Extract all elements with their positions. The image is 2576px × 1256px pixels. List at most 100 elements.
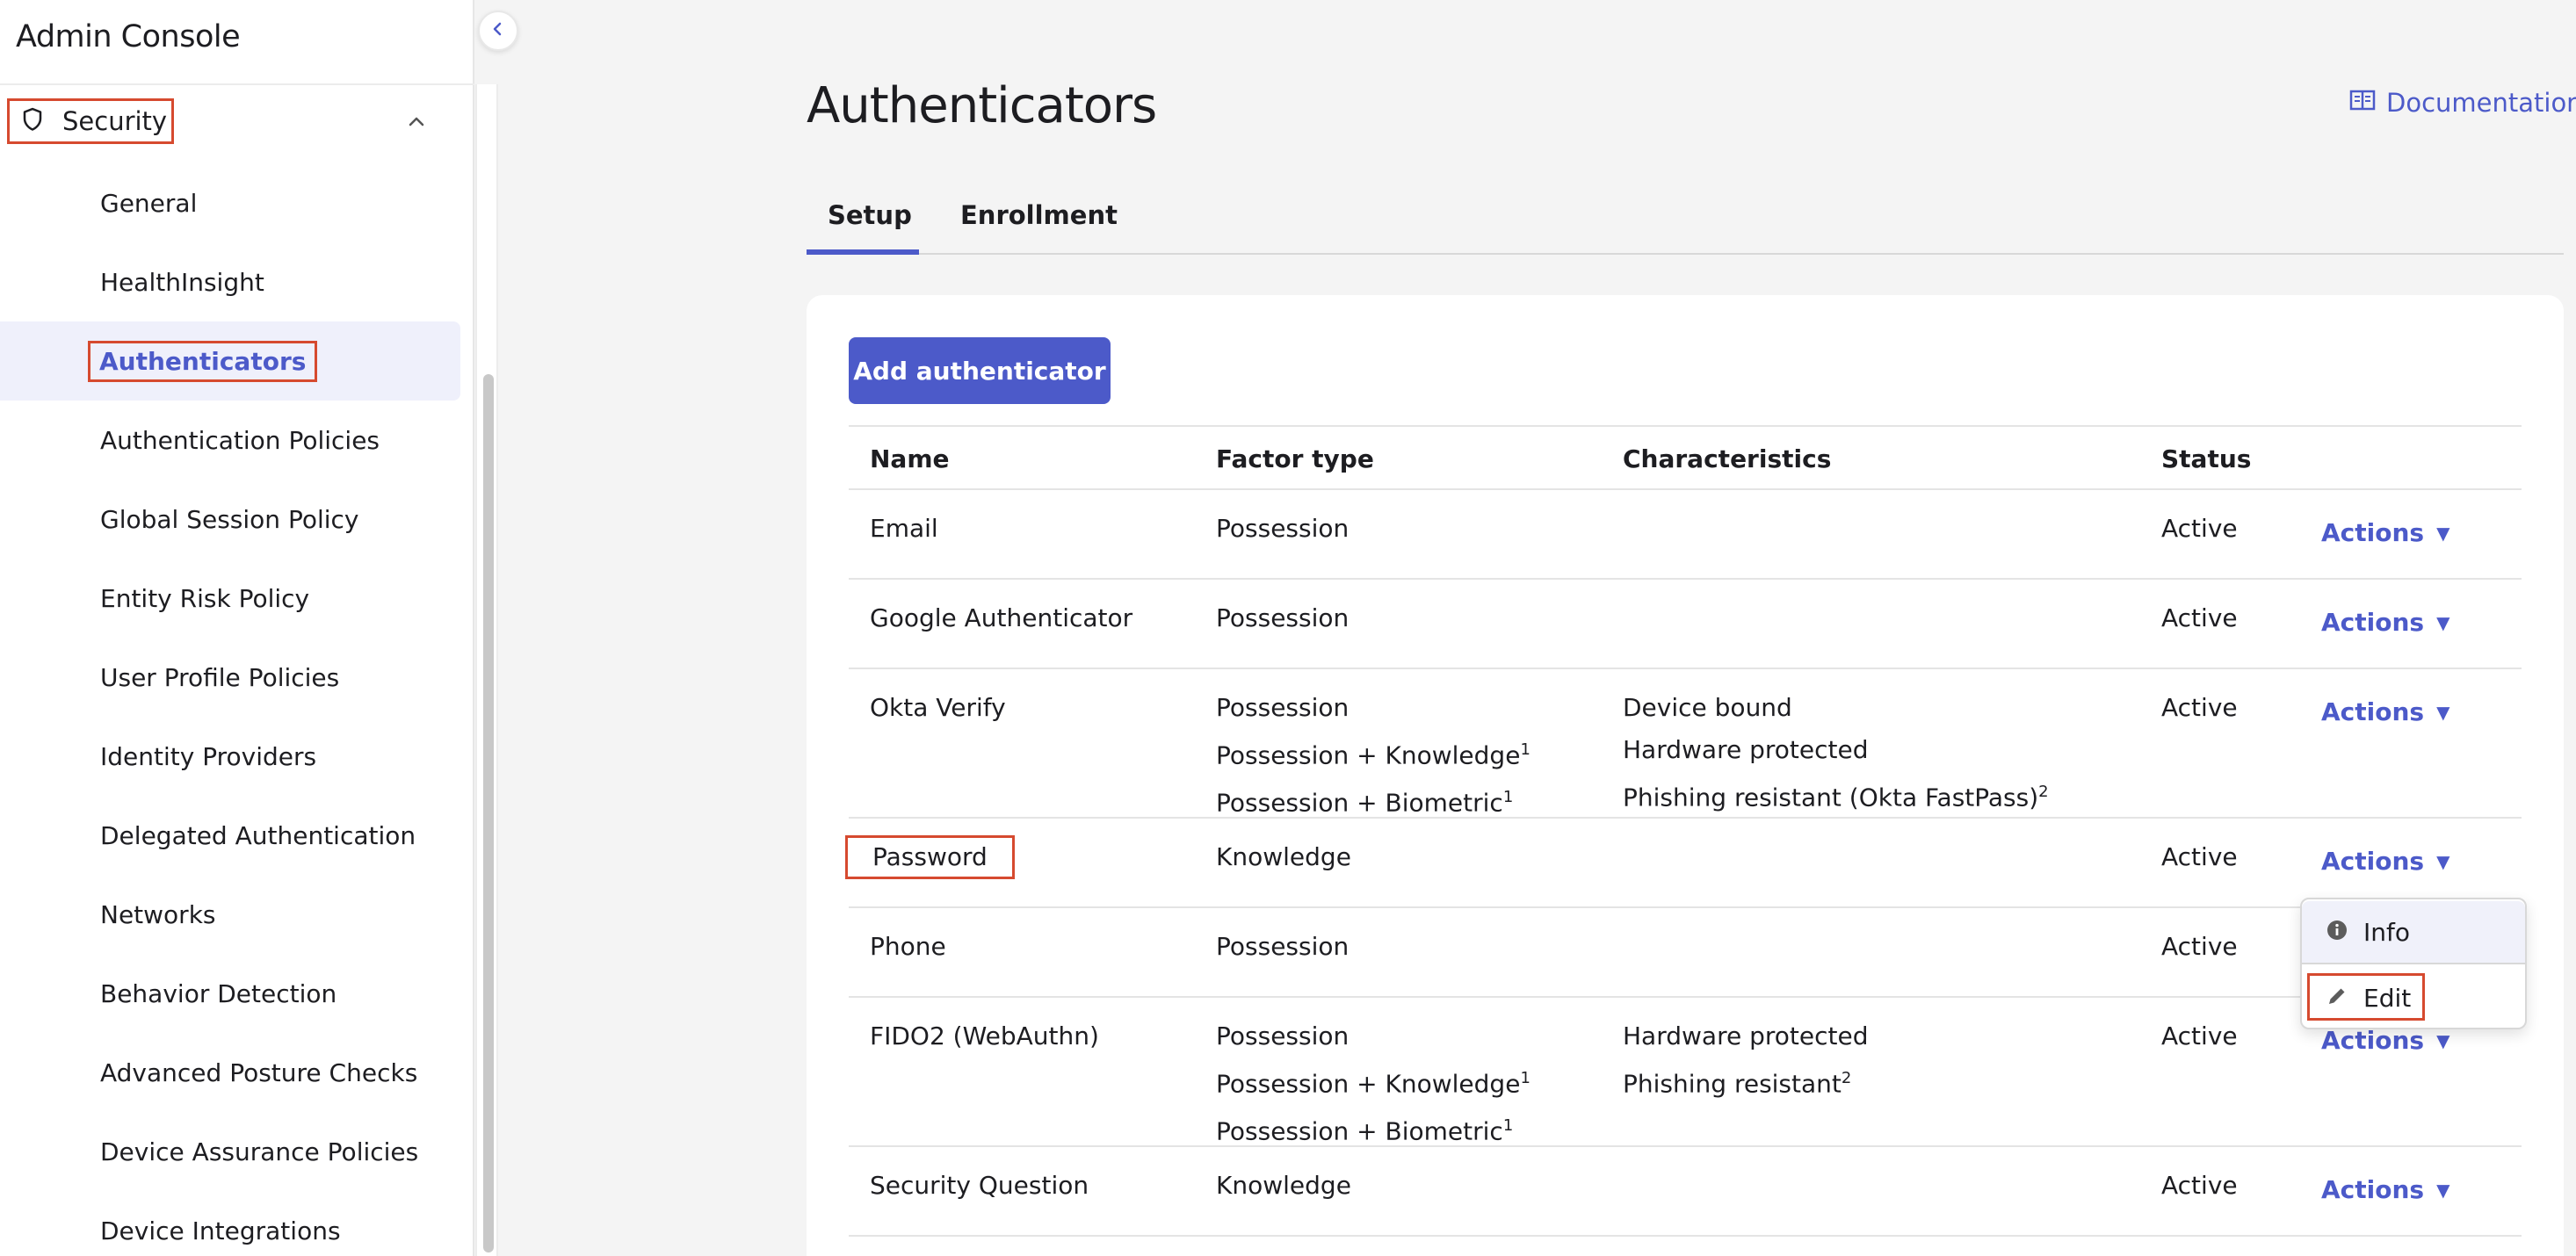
row-status: Active xyxy=(2161,932,2238,961)
footnote-marker: 1 xyxy=(1520,1069,1530,1087)
sidebar-item-label: HealthInsight xyxy=(100,267,264,297)
characteristic-text: Phishing resistant (Okta FastPass) xyxy=(1623,783,2039,812)
sidebar-item-networks[interactable]: Networks xyxy=(0,875,460,954)
collapse-sidebar-button[interactable] xyxy=(478,11,518,51)
table-row: Okta Verify Possession Possession + Know… xyxy=(849,669,2522,819)
actions-dropdown[interactable]: Actions ▼ xyxy=(2321,847,2449,876)
actions-label: Actions xyxy=(2321,847,2425,876)
add-authenticator-button[interactable]: Add authenticator xyxy=(849,337,1111,404)
footnote-marker: 2 xyxy=(2038,783,2049,801)
caret-down-icon: ▼ xyxy=(2436,701,2450,723)
characteristic-line: Phishing resistant2 xyxy=(1623,1057,1868,1105)
sidebar-item-advanced-posture-checks[interactable]: Advanced Posture Checks xyxy=(0,1033,460,1112)
sidebar-item-healthinsight[interactable]: HealthInsight xyxy=(0,242,460,321)
row-name: Security Question xyxy=(870,1171,1089,1200)
column-header-name: Name xyxy=(870,444,950,473)
info-icon xyxy=(2326,918,2348,947)
actions-label: Actions xyxy=(2321,697,2425,726)
factor-line: Possession + Knowledge1 xyxy=(1216,1057,1530,1105)
footnote-marker: 1 xyxy=(1502,1116,1514,1136)
sidebar-item-user-profile-policies[interactable]: User Profile Policies xyxy=(0,638,460,717)
characteristic-line: Phishing resistant (Okta FastPass)2 xyxy=(1623,771,2049,819)
actions-dropdown[interactable]: Actions ▼ xyxy=(2321,518,2449,547)
sidebar-item-label: Identity Providers xyxy=(100,741,317,771)
factor-line: Possession xyxy=(1216,932,1350,961)
sidebar-item-label: Behavior Detection xyxy=(100,978,337,1008)
factor-text: Possession + Knowledge xyxy=(1216,1069,1521,1099)
scrollbar-thumb[interactable] xyxy=(483,374,494,1252)
menu-item-label: Info xyxy=(2363,917,2410,947)
sidebar-section-label: Security xyxy=(62,106,168,136)
row-factor: Possession Possession + Knowledge1 Posse… xyxy=(1216,687,1530,825)
sidebar-item-device-integrations[interactable]: Device Integrations xyxy=(0,1191,460,1256)
footnote-marker: 2 xyxy=(1841,1069,1852,1087)
sidebar-item-label: Authenticators xyxy=(88,340,318,382)
sidebar-item-delegated-authentication[interactable]: Delegated Authentication xyxy=(0,796,460,875)
footnote-marker: 1 xyxy=(1520,740,1530,759)
sidebar-item-label: Networks xyxy=(100,899,216,929)
sidebar-item-label: Global Session Policy xyxy=(100,504,359,534)
tab-enrollment[interactable]: Enrollment xyxy=(960,200,1118,230)
sidebar-item-label: Device Integrations xyxy=(100,1216,341,1245)
documentation-link[interactable]: Documentation xyxy=(2349,88,2576,118)
characteristic-line: Device bound xyxy=(1623,687,2049,729)
sidebar-item-global-session-policy[interactable]: Global Session Policy xyxy=(0,480,460,559)
caret-down-icon: ▼ xyxy=(2436,850,2450,872)
actions-dropdown[interactable]: Actions ▼ xyxy=(2321,1175,2449,1204)
row-name: Password xyxy=(845,835,1015,879)
sidebar-item-authentication-policies[interactable]: Authentication Policies xyxy=(0,401,460,480)
caret-down-icon: ▼ xyxy=(2436,1179,2450,1201)
actions-menu: Info Edit xyxy=(2300,898,2527,1029)
table-row: Phone Possession Active xyxy=(849,908,2522,998)
sidebar-item-identity-providers[interactable]: Identity Providers xyxy=(0,717,460,796)
table-row: Google Authenticator Possession Active A… xyxy=(849,580,2522,669)
sidebar-item-general[interactable]: General xyxy=(0,163,460,242)
row-factor: Knowledge xyxy=(1216,836,1351,878)
menu-item-info[interactable]: Info xyxy=(2302,901,2525,964)
factor-text: Possession + Biometric xyxy=(1216,788,1503,818)
table-row: Security Question Knowledge Active Actio… xyxy=(849,1147,2522,1237)
authenticators-card: Add authenticator Name Factor type Chara… xyxy=(807,295,2564,1256)
sidebar-item-label: Advanced Posture Checks xyxy=(100,1057,418,1087)
caret-down-icon: ▼ xyxy=(2436,1029,2450,1051)
sidebar-section-security[interactable]: Security xyxy=(0,95,474,148)
table-row: Email Possession Active Actions ▼ xyxy=(849,490,2522,580)
sidebar-item-device-assurance-policies[interactable]: Device Assurance Policies xyxy=(0,1112,460,1191)
table-header: Name Factor type Characteristics Status xyxy=(849,425,2522,490)
row-name: Google Authenticator xyxy=(870,603,1133,632)
characteristic-text: Hardware protected xyxy=(1623,735,1869,764)
actions-dropdown[interactable]: Actions ▼ xyxy=(2321,697,2449,726)
sidebar-item-behavior-detection[interactable]: Behavior Detection xyxy=(0,954,460,1033)
table-row: Password Knowledge Active Actions ▼ xyxy=(845,819,2522,908)
tab-bar: Setup Enrollment xyxy=(807,191,2564,255)
chevron-left-icon xyxy=(489,20,507,41)
row-name: Okta Verify xyxy=(870,693,1006,722)
sidebar-item-label: Entity Risk Policy xyxy=(100,583,310,613)
sidebar: Admin Console Security General HealthIns… xyxy=(0,0,474,1256)
sidebar-item-entity-risk-policy[interactable]: Entity Risk Policy xyxy=(0,559,460,638)
sidebar-item-label: Device Assurance Policies xyxy=(100,1137,419,1166)
caret-down-icon: ▼ xyxy=(2436,611,2450,633)
actions-label: Actions xyxy=(2321,1026,2425,1055)
actions-label: Actions xyxy=(2321,1175,2425,1204)
caret-down-icon: ▼ xyxy=(2436,522,2450,544)
tab-setup[interactable]: Setup xyxy=(828,200,912,230)
active-tab-indicator xyxy=(807,249,919,255)
factor-line: Knowledge xyxy=(1216,842,1351,871)
characteristic-text: Device bound xyxy=(1623,693,1792,722)
sidebar-item-label: Delegated Authentication xyxy=(100,820,416,850)
row-status: Active xyxy=(2161,603,2238,632)
row-status: Active xyxy=(2161,693,2238,722)
factor-line: Possession xyxy=(1216,514,1350,543)
sidebar-scrollbar[interactable] xyxy=(475,84,498,1256)
edit-highlight xyxy=(2307,973,2425,1021)
actions-dropdown[interactable]: Actions ▼ xyxy=(2321,1026,2449,1055)
console-title: Admin Console xyxy=(16,19,241,54)
row-name: FIDO2 (WebAuthn) xyxy=(870,1021,1099,1050)
actions-dropdown[interactable]: Actions ▼ xyxy=(2321,608,2449,637)
row-status: Active xyxy=(2161,1171,2238,1200)
sidebar-item-authenticators[interactable]: Authenticators xyxy=(0,321,460,401)
menu-item-edit[interactable]: Edit xyxy=(2302,966,2525,1029)
column-header-characteristics: Characteristics xyxy=(1623,444,1832,473)
chevron-up-icon[interactable] xyxy=(404,109,429,137)
